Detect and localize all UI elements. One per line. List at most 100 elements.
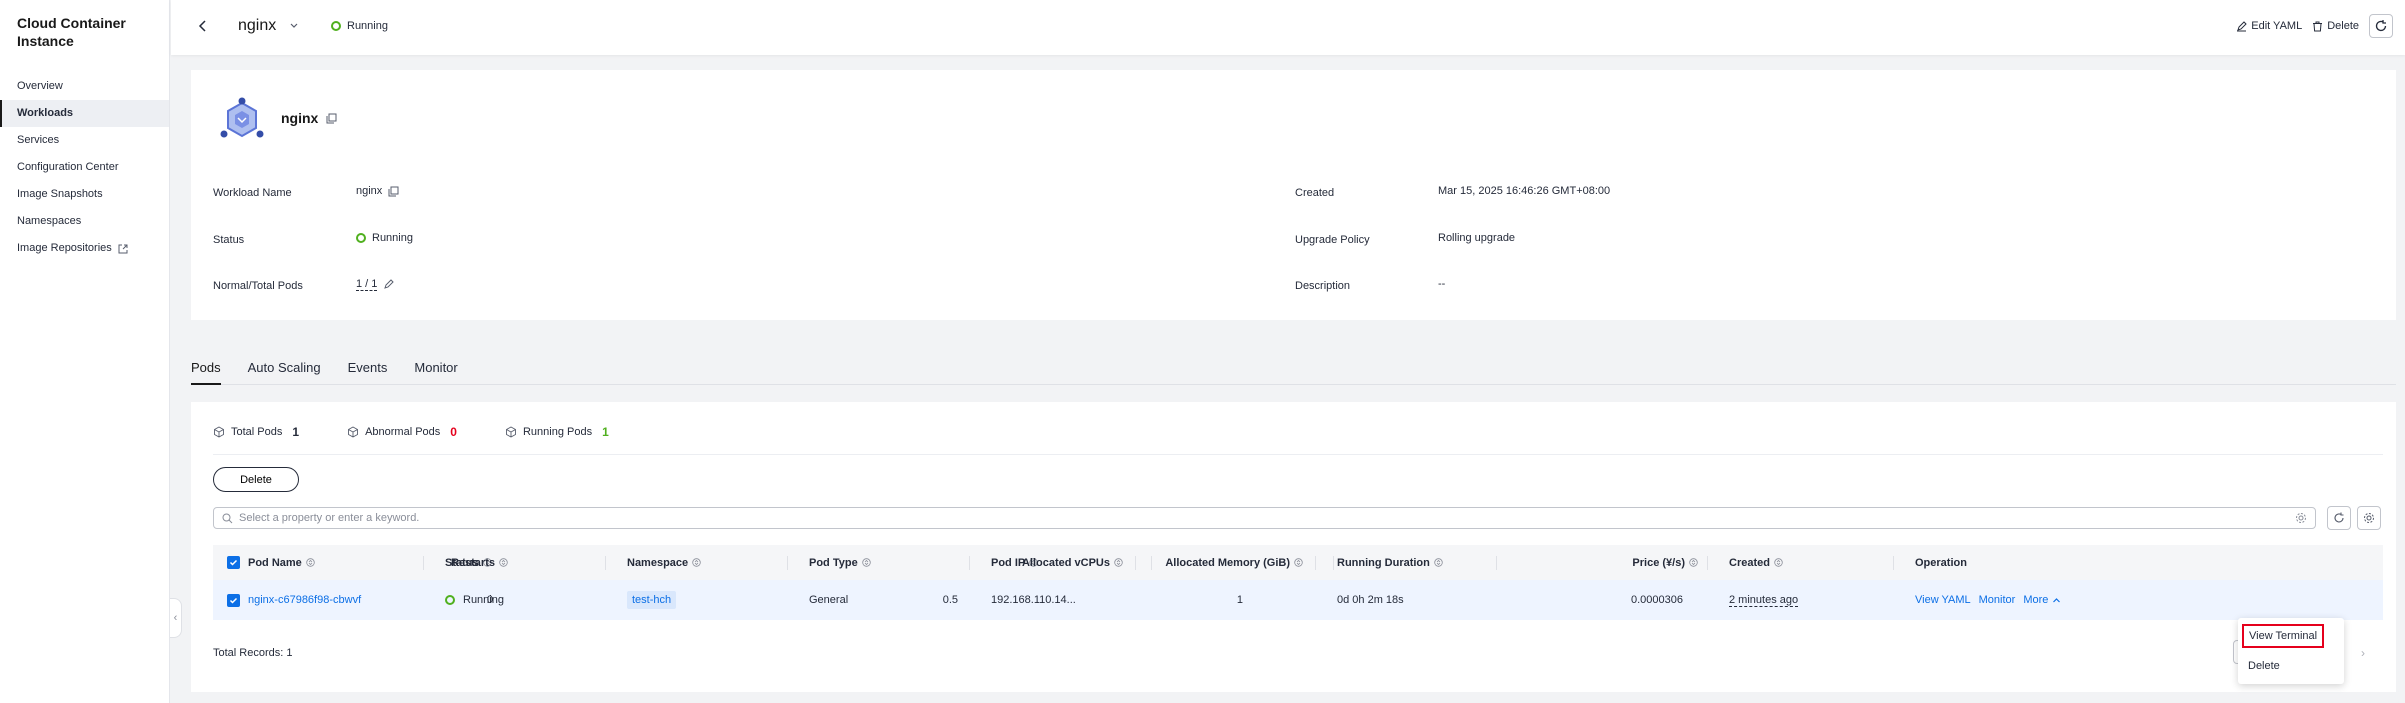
delete-pod-menu-item[interactable]: Delete bbox=[2248, 660, 2280, 672]
tab-auto-scaling[interactable]: Auto Scaling bbox=[248, 357, 321, 385]
sidebar-item-label: Namespaces bbox=[17, 215, 82, 227]
select-all-checkbox[interactable] bbox=[227, 556, 240, 569]
pods-count-value: 1 / 1 bbox=[356, 278, 395, 291]
pod-restarts: 0 bbox=[486, 594, 493, 606]
page-header: nginx Running Edit YAML Delete bbox=[171, 0, 2405, 55]
sidebar-item-image-repositories[interactable]: Image Repositories bbox=[0, 235, 169, 262]
column-label: Running Duration bbox=[1337, 556, 1430, 569]
status-value: Running bbox=[356, 232, 413, 244]
divider bbox=[213, 454, 2383, 455]
workload-name-value: nginx bbox=[356, 185, 399, 197]
column-header-memory[interactable]: Allocated Memory (GiB) bbox=[1165, 557, 1303, 569]
sidebar-nav: Overview Workloads Services Configuratio… bbox=[0, 73, 169, 262]
refresh-button[interactable] bbox=[2369, 14, 2393, 38]
pod-memory: 1 bbox=[1236, 594, 1243, 606]
sidebar-item-image-snapshots[interactable]: Image Snapshots bbox=[0, 181, 169, 208]
back-arrow-icon[interactable] bbox=[195, 18, 211, 34]
refresh-list-button[interactable] bbox=[2327, 506, 2351, 530]
column-header-operation: Operation bbox=[1915, 556, 1967, 569]
workload-detail-card: nginx Workload Name nginx Status Running… bbox=[191, 70, 2396, 320]
pod-created[interactable]: 2 minutes ago bbox=[1729, 594, 1799, 607]
column-header-running-duration[interactable]: Running Duration bbox=[1337, 557, 1443, 569]
sidebar-item-label: Services bbox=[17, 134, 60, 146]
column-header-pod-name[interactable]: Pod Name bbox=[248, 557, 315, 569]
column-label: Created bbox=[1729, 556, 1770, 569]
next-page-icon[interactable]: › bbox=[2361, 646, 2365, 660]
column-separator bbox=[1707, 556, 1708, 570]
sidebar-item-overview[interactable]: Overview bbox=[0, 73, 169, 100]
filter-icon bbox=[862, 558, 871, 567]
workload-hexagon-icon bbox=[220, 97, 264, 138]
edit-yaml-button[interactable]: Edit YAML bbox=[2236, 20, 2302, 32]
tab-pods[interactable]: Pods bbox=[191, 357, 221, 385]
view-terminal-menu-item[interactable]: View Terminal bbox=[2242, 624, 2324, 648]
sidebar-collapse-handle[interactable]: ‹ bbox=[170, 598, 182, 638]
column-separator bbox=[1135, 556, 1136, 570]
sidebar-item-workloads[interactable]: Workloads bbox=[0, 100, 169, 127]
status-text: Running bbox=[463, 594, 504, 606]
workload-name-label: Workload Name bbox=[213, 187, 292, 199]
tab-monitor[interactable]: Monitor bbox=[414, 357, 457, 385]
sidebar-item-label: Image Snapshots bbox=[17, 188, 103, 200]
tab-events[interactable]: Events bbox=[348, 357, 388, 385]
cube-warning-icon bbox=[348, 426, 359, 438]
stat-label: Total Pods bbox=[231, 426, 283, 438]
stat-running-pods: Running Pods 1 bbox=[505, 425, 609, 439]
view-yaml-link[interactable]: View YAML bbox=[1915, 594, 1971, 606]
workload-name-header: nginx bbox=[238, 17, 277, 34]
column-header-created[interactable]: Created bbox=[1729, 557, 1783, 569]
sort-icon bbox=[1689, 558, 1698, 567]
column-settings-button[interactable] bbox=[2357, 506, 2381, 530]
sidebar-item-label: Overview bbox=[17, 80, 63, 92]
column-header-price[interactable]: Price (¥/s) bbox=[1632, 557, 1698, 569]
checkbox-checked-icon bbox=[227, 593, 240, 607]
pod-name-link[interactable]: nginx-c67986f98-cbwvf bbox=[248, 594, 361, 606]
trash-icon bbox=[2313, 21, 2323, 31]
column-separator bbox=[1151, 556, 1152, 570]
row-checkbox[interactable] bbox=[227, 593, 240, 607]
copy-icon[interactable] bbox=[326, 113, 337, 124]
sidebar-item-namespaces[interactable]: Namespaces bbox=[0, 208, 169, 235]
detail-tabs: Pods Auto Scaling Events Monitor bbox=[191, 357, 2396, 385]
chevron-left-icon: ‹ bbox=[173, 612, 178, 624]
copy-icon[interactable] bbox=[388, 186, 399, 197]
pod-ip: 192.168.110.14... bbox=[991, 594, 1076, 606]
namespace-tag[interactable]: test-hch bbox=[627, 591, 677, 609]
delete-workload-button[interactable]: Delete bbox=[2312, 20, 2359, 32]
delete-label: Delete bbox=[2327, 20, 2359, 32]
edit-yaml-label: Edit YAML bbox=[2251, 20, 2303, 32]
sidebar-item-configuration-center[interactable]: Configuration Center bbox=[0, 154, 169, 181]
column-header-vcpus[interactable]: Allocated vCPUs bbox=[1022, 557, 1123, 569]
table-header: Pod Name Status Namespace Pod Type Pod I… bbox=[213, 545, 2383, 580]
upgrade-policy-label: Upgrade Policy bbox=[1295, 234, 1370, 246]
edit-icon[interactable] bbox=[383, 279, 395, 290]
pod-running-duration: 0d 0h 2m 18s bbox=[1337, 594, 1404, 606]
table-row: nginx-c67986f98-cbwvf Running test-hch G… bbox=[213, 580, 2383, 620]
more-dropdown-trigger[interactable]: More bbox=[2023, 594, 2061, 606]
upgrade-policy-value: Rolling upgrade bbox=[1438, 232, 1516, 244]
column-header-restarts[interactable]: Restarts bbox=[451, 557, 508, 569]
created-label: Created bbox=[1295, 187, 1335, 199]
settings-gear-icon[interactable] bbox=[2295, 512, 2307, 524]
search-input[interactable] bbox=[239, 512, 2289, 524]
sidebar-item-label: Configuration Center bbox=[17, 161, 119, 173]
search-box bbox=[213, 507, 2316, 529]
sidebar-item-services[interactable]: Services bbox=[0, 127, 169, 154]
status-running-icon bbox=[331, 21, 341, 31]
column-label: Allocated Memory (GiB) bbox=[1165, 556, 1290, 569]
status-text: Running bbox=[372, 232, 413, 244]
chevron-down-icon[interactable] bbox=[289, 21, 299, 31]
cube-running-icon bbox=[506, 426, 516, 438]
pod-namespace: test-hch bbox=[627, 591, 677, 609]
pods-table: Pod Name Status Namespace Pod Type Pod I… bbox=[213, 545, 2383, 620]
pods-count-text[interactable]: 1 / 1 bbox=[356, 278, 378, 291]
delete-pods-button[interactable]: Delete bbox=[213, 467, 299, 492]
sort-icon bbox=[1294, 558, 1303, 567]
column-label: Restarts bbox=[450, 556, 495, 569]
column-header-namespace[interactable]: Namespace bbox=[627, 557, 701, 569]
monitor-link[interactable]: Monitor bbox=[1979, 594, 2016, 606]
detail-title: nginx bbox=[281, 110, 337, 126]
sort-icon bbox=[1114, 558, 1123, 567]
column-header-pod-type[interactable]: Pod Type bbox=[809, 557, 871, 569]
column-label: Pod Type bbox=[809, 556, 858, 569]
